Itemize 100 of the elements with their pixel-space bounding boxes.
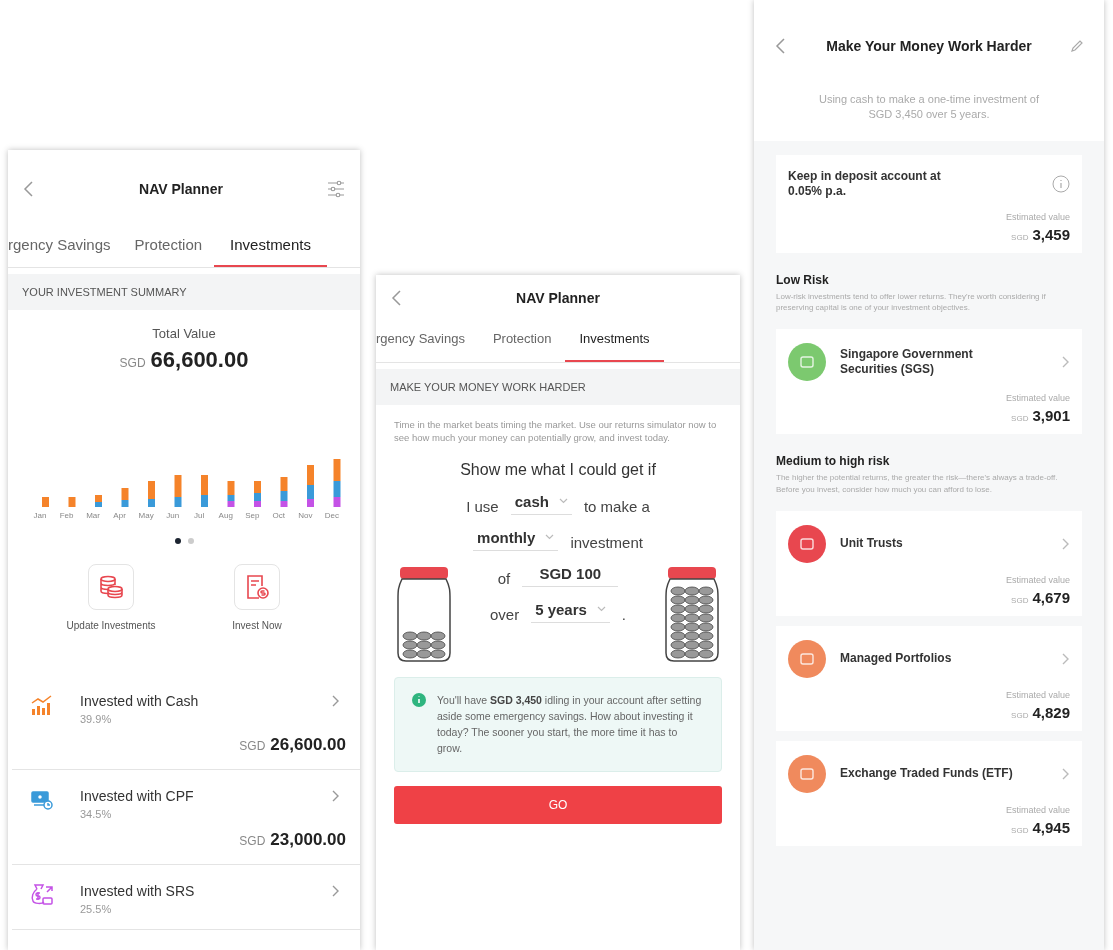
intro-text: Time in the market beats timing the market. Use our returns simulator now to see how much your money can potentially grow, and invest today. (394, 419, 718, 445)
sentence-word: of (497, 569, 511, 587)
category-icon (788, 343, 826, 382)
stacked-bar (227, 481, 235, 507)
option-name: Unit Trusts (840, 535, 904, 552)
currency-label: SGD (119, 356, 146, 370)
back-icon[interactable] (774, 37, 788, 55)
chevron-icon (332, 790, 340, 802)
dropdown[interactable]: 5 years (531, 600, 610, 623)
investment-option-card[interactable]: Unit Trusts Estimated value SGD 4,679 (776, 510, 1082, 616)
month-label: Oct (271, 511, 286, 520)
estimated-value-label: Estimated value (1004, 574, 1070, 585)
pager-dot[interactable] (187, 538, 194, 544)
estimated-amount: 4,945 (1032, 818, 1070, 836)
estimated-amount: 3,901 (1032, 407, 1070, 425)
estimated-value-label: Estimated value (1004, 393, 1070, 404)
invoice-icon (244, 574, 270, 600)
month-label: May (137, 511, 155, 520)
deposit-card[interactable]: Keep in deposit account at 0.05% p.a. Estimated value SGD 3,459 (776, 154, 1082, 253)
stacked-bar (307, 465, 314, 507)
tip-text: You'll have SGD 3,450 idling in your account after setting aside some emergency savings. How about investing it today? The sooner you start, the more time it has to grow. (437, 692, 703, 757)
pencil-icon[interactable] (1070, 39, 1084, 53)
stacked-bar (201, 475, 208, 507)
chevron-icon (332, 885, 340, 897)
month-label: Feb (58, 511, 75, 520)
risk-group-title: Medium to high risk (776, 454, 891, 469)
estimated-amount: 4,679 (1032, 588, 1070, 606)
month-label: Dec (323, 511, 340, 520)
tab[interactable]: rgency Savings (8, 228, 123, 267)
risk-group-title: Low Risk (776, 272, 830, 287)
simulator-heading: Show me what I could get if (459, 460, 657, 479)
chevron-icon (1062, 356, 1070, 369)
month-label: Mar (85, 511, 101, 520)
caret-icon (558, 498, 568, 505)
estimated-value-label: Estimated value (1004, 211, 1070, 222)
holding-name: Invested with Cash (80, 693, 200, 709)
action-button[interactable]: Invest Now (202, 564, 312, 631)
currency-label: SGD (239, 834, 266, 848)
option-name: Singapore Government Securities (SGS) (840, 346, 974, 378)
dropdown[interactable]: cash (510, 492, 572, 515)
screen-title: NAV Planner (516, 290, 600, 306)
action-button[interactable]: Update Investments (56, 564, 166, 631)
estimated-value-label: Estimated value (1004, 689, 1070, 700)
holding-amount: 23,000.00 (270, 830, 346, 850)
option-name: Exchange Traded Funds (ETF) (840, 765, 1014, 782)
category-icon (788, 639, 826, 678)
amount-field[interactable]: SGD 100 (522, 564, 619, 587)
tab[interactable]: rgency Savings (376, 321, 479, 362)
tab[interactable]: Investments (214, 228, 327, 267)
currency-label: SGD (1011, 825, 1029, 835)
dropdown[interactable]: monthly (473, 528, 559, 551)
stacked-bar (174, 475, 182, 507)
holding-share: 25.5% (80, 903, 113, 915)
screen-title: Make Your Money Work Harder (826, 38, 1032, 54)
subtitle-text: Using cash to make a one-time investment of SGD 3,450 over 5 years. (817, 92, 1041, 123)
investment-option-card[interactable]: Singapore Government Securities (SGS) Estimated value SGD 3,901 (776, 329, 1082, 435)
chevron-icon (1062, 767, 1070, 780)
chevron-icon (332, 695, 340, 707)
pager-dot[interactable] (174, 538, 181, 544)
stacked-bar (95, 495, 102, 507)
filter-sliders-icon[interactable] (326, 179, 346, 199)
tab[interactable]: Protection (122, 228, 215, 267)
holding-share: 39.9% (80, 713, 113, 725)
go-button[interactable]: GO (394, 785, 722, 824)
stacked-bar (254, 481, 261, 507)
stacked-bar (121, 488, 129, 507)
risk-group-description: Low-risk investments tend to offer lower returns. They're worth considering if preserving capital is one of your investment objectives. (776, 290, 1047, 314)
caret-icon (596, 606, 606, 613)
option-name: Keep in deposit account at 0.05% p.a. (788, 168, 942, 200)
currency-label: SGD (1011, 595, 1029, 605)
chevron-icon (1062, 652, 1070, 665)
investment-option-card[interactable]: Managed Portfolios Estimated value SGD 4,829 (776, 625, 1082, 731)
total-label: Total Value (151, 326, 217, 341)
category-icon (788, 754, 826, 793)
month-label: Jan (32, 511, 48, 520)
holding-amount: 26,600.00 (270, 735, 346, 755)
holding-name: Invested with SRS (80, 883, 196, 899)
month-label: Nov (297, 511, 314, 520)
tab[interactable]: Protection (478, 321, 566, 362)
month-label: Jul (193, 511, 206, 520)
category-icon (788, 524, 826, 563)
month-label: Aug (217, 511, 234, 520)
stacked-bar (333, 459, 341, 507)
investment-option-card[interactable]: Exchange Traded Funds (ETF) Estimated value SGD 4,945 (776, 740, 1082, 846)
estimated-value-label: Estimated value (1004, 804, 1070, 815)
back-icon[interactable] (22, 180, 36, 198)
sentence-word: I use (466, 497, 499, 515)
estimated-amount: 3,459 (1032, 225, 1070, 243)
option-name: Managed Portfolios (840, 650, 953, 667)
stacked-bar (280, 477, 288, 507)
tab[interactable]: Investments (565, 321, 664, 362)
month-label: Sep (244, 511, 261, 520)
month-label: Apr (112, 511, 127, 520)
section-header: MAKE YOUR MONEY WORK HARDER (376, 369, 740, 405)
back-icon[interactable] (390, 289, 404, 307)
currency-label: SGD (1011, 232, 1029, 242)
sentence-word: to make a (583, 497, 650, 515)
info-icon[interactable] (1052, 175, 1070, 194)
estimated-amount: 4,829 (1032, 703, 1070, 721)
total-amount: 66,600.00 (150, 347, 249, 373)
